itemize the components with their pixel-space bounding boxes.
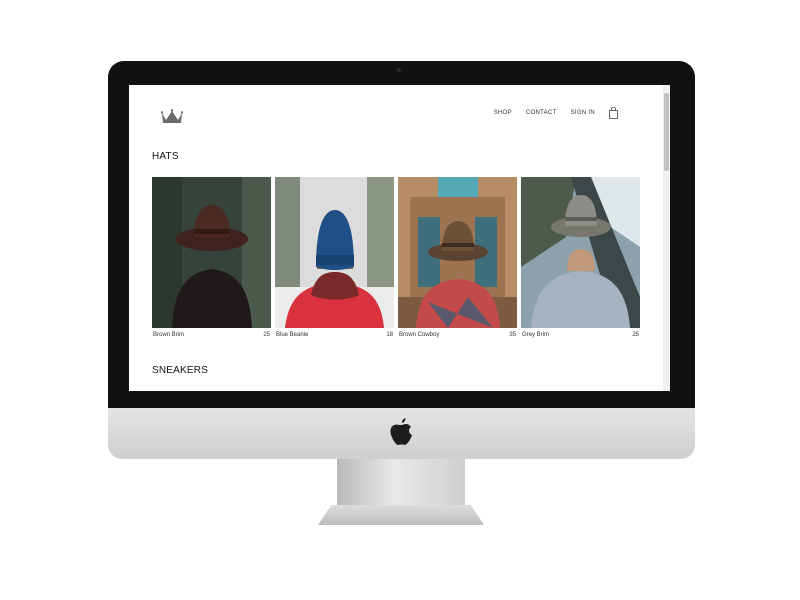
product-caption: Blue Beanie 18 xyxy=(275,332,394,338)
sneakers-section-title[interactable]: SNEAKERS xyxy=(152,365,208,376)
monitor-stand-foot xyxy=(318,505,484,525)
monitor-stand xyxy=(337,459,465,509)
nav-contact-link[interactable]: CONTACT xyxy=(526,110,557,116)
product-image-grey-brim[interactable] xyxy=(521,177,640,328)
monitor-bezel: SHOP CONTACT SIGN IN HATS Brown Brim 25 … xyxy=(108,61,695,408)
crown-icon[interactable] xyxy=(161,109,183,124)
product-image-brown-brim[interactable] xyxy=(152,177,271,328)
product-name: Brown Brim xyxy=(153,332,185,338)
product-name: Blue Beanie xyxy=(276,332,309,338)
page-scrollbar[interactable] xyxy=(663,85,670,391)
product-caption: Brown Brim 25 xyxy=(152,332,271,338)
product-caption: Brown Cowboy 35 xyxy=(398,332,517,338)
scrollbar-thumb[interactable] xyxy=(664,93,669,171)
camera-dot xyxy=(397,68,401,72)
product-card[interactable]: Brown Brim 25 xyxy=(152,177,271,338)
product-price: 35 xyxy=(509,332,516,338)
product-card[interactable]: Brown Cowboy 35 xyxy=(398,177,517,338)
product-image-blue-beanie[interactable] xyxy=(275,177,394,328)
top-nav: SHOP CONTACT SIGN IN xyxy=(494,107,618,119)
product-image-brown-cowboy[interactable] xyxy=(398,177,517,328)
shopping-bag-icon[interactable] xyxy=(609,107,618,119)
product-name: Grey Brim xyxy=(522,332,549,338)
product-price: 25 xyxy=(632,332,639,338)
monitor-chin xyxy=(108,408,695,459)
browser-screen: SHOP CONTACT SIGN IN HATS Brown Brim 25 … xyxy=(129,85,670,391)
nav-sign-in-link[interactable]: SIGN IN xyxy=(571,110,595,116)
product-card[interactable]: Blue Beanie 18 xyxy=(275,177,394,338)
product-price: 25 xyxy=(263,332,270,338)
product-price: 18 xyxy=(386,332,393,338)
nav-shop-link[interactable]: SHOP xyxy=(494,110,512,116)
hats-product-row: Brown Brim 25 Blue Beanie 18 Brown Cowbo… xyxy=(152,177,640,338)
product-caption: Grey Brim 25 xyxy=(521,332,640,338)
product-card[interactable]: Grey Brim 25 xyxy=(521,177,640,338)
apple-logo-icon xyxy=(390,418,412,445)
product-name: Brown Cowboy xyxy=(399,332,440,338)
hats-section-title[interactable]: HATS xyxy=(152,151,179,162)
